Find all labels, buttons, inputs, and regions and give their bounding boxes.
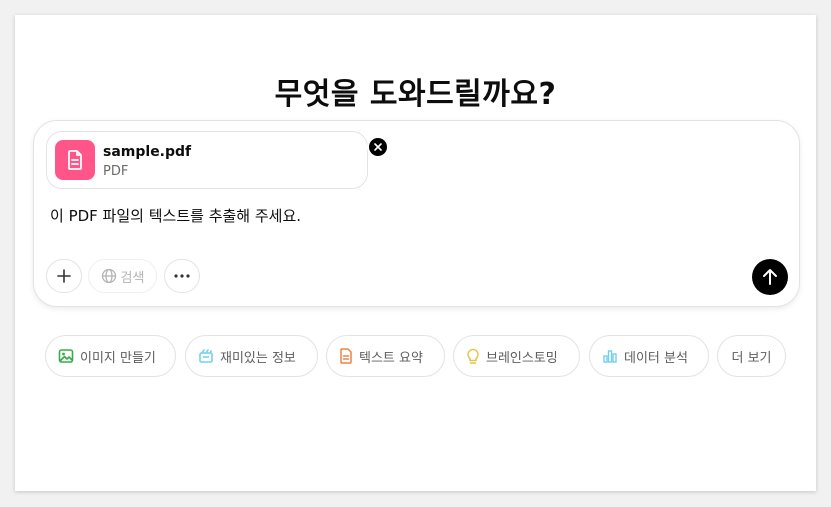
suggestion-label: 더 보기 [731, 350, 772, 366]
attachment-card[interactable]: sample.pdf PDF [46, 131, 389, 189]
send-button[interactable] [752, 259, 788, 295]
globe-icon [101, 268, 116, 284]
suggestion-summarize-text[interactable]: 텍스트 요약 [326, 335, 445, 377]
page-title: 무엇을 도와드릴까요? [274, 77, 557, 112]
attachment-name: sample.pdf [103, 144, 192, 160]
remove-attachment-button[interactable] [367, 136, 389, 158]
search-button[interactable]: 검색 [88, 259, 157, 293]
bar-chart-icon [603, 350, 617, 363]
prompt-input[interactable]: 이 PDF 파일의 텍스트를 추출해 주세요. [50, 205, 301, 226]
suggestion-label: 브레인스토밍 [486, 350, 558, 366]
lightbulb-icon [467, 348, 479, 364]
suggestion-create-image[interactable]: 이미지 만들기 [45, 335, 176, 377]
attachment-type: PDF [103, 164, 129, 179]
more-horizontal-icon [174, 274, 190, 278]
plus-icon [57, 269, 71, 283]
suggestion-label: 재미있는 정보 [220, 350, 296, 366]
add-button[interactable] [46, 259, 82, 293]
composer: sample.pdf PDF 이 PDF 파일의 텍스트를 추출해 주세요. 검… [33, 120, 800, 307]
suggestion-more[interactable]: 더 보기 [717, 335, 786, 377]
suggestion-label: 이미지 만들기 [80, 350, 156, 366]
image-icon [58, 349, 74, 363]
suggestion-analyze-data[interactable]: 데이터 분석 [589, 335, 709, 377]
document-icon [340, 348, 352, 364]
graduation-cap-icon [199, 349, 213, 363]
arrow-up-icon [763, 269, 777, 285]
suggestion-brainstorm[interactable]: 브레인스토밍 [453, 335, 580, 377]
suggestion-label: 텍스트 요약 [359, 350, 423, 366]
more-options-button[interactable] [164, 259, 200, 293]
document-icon [55, 140, 95, 180]
suggestion-label: 데이터 분석 [624, 350, 688, 366]
search-label: 검색 [120, 270, 145, 286]
close-icon [374, 143, 382, 151]
suggestion-fun-facts[interactable]: 재미있는 정보 [185, 335, 318, 377]
chat-window: 무엇을 도와드릴까요? sample.pdf PDF 이 PDF 파일의 텍스트… [15, 15, 816, 491]
